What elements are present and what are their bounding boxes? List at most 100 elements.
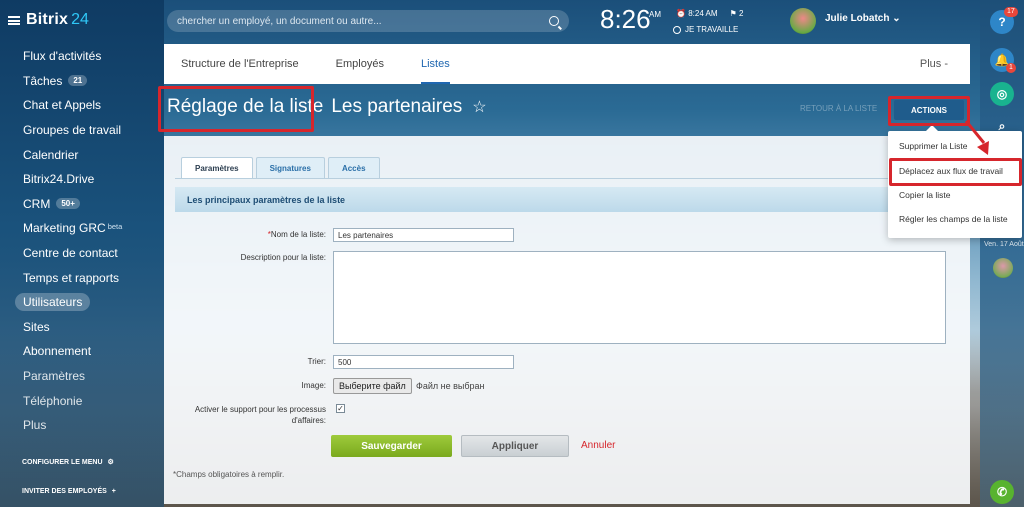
sidebar-item-label: Flux d'activités	[23, 49, 102, 64]
right-bar	[980, 0, 1024, 507]
tab-signatures[interactable]: Signatures	[255, 157, 325, 178]
tab-acces[interactable]: Accès	[327, 157, 380, 178]
status-label: JE TRAVAILLE	[685, 25, 739, 34]
configure-menu-label: CONFIGURER LE MENU	[22, 458, 103, 466]
phone-icon: ✆	[996, 485, 1008, 499]
tasks-count: 2	[738, 9, 744, 18]
sidebar-item-sites[interactable]: Sites	[0, 315, 164, 340]
chat-button[interactable]: ◎	[990, 82, 1014, 106]
sidebar-item-drive[interactable]: Bitrix24.Drive	[0, 167, 164, 192]
bp-label-line1: Activer le support pour les processus	[194, 405, 326, 414]
sidebar-item-label: CRM	[23, 196, 51, 211]
chevron-down-icon: -	[944, 58, 948, 70]
star-icon[interactable]: ☆	[472, 97, 486, 117]
alarm-icon: ⏰	[676, 9, 686, 18]
sidebar-item-label: Utilisateurs	[15, 293, 91, 312]
sidebar-item-flux[interactable]: Flux d'activités	[0, 44, 164, 69]
sidebar-item-crm[interactable]: CRM 50+	[0, 192, 164, 217]
help-badge: 17	[1004, 7, 1018, 17]
sidebar-item-temps[interactable]: Temps et rapports	[0, 265, 164, 290]
sort-field[interactable]	[333, 355, 514, 369]
clock-ampm: AM	[649, 10, 661, 19]
sidebar-item-label: Marketing GRC	[23, 221, 106, 236]
work-status[interactable]: JE TRAVAILLE	[673, 25, 738, 34]
top-tabs: Structure de l'Entreprise Employés Liste…	[164, 44, 970, 84]
page-title-list: Les partenaires	[331, 96, 463, 117]
bp-support-label: Activer le support pour les processus d'…	[170, 404, 326, 426]
tab-more-label: Plus	[919, 58, 942, 70]
alarm-indicator[interactable]: ⏰ 8:24 AM	[676, 9, 718, 18]
sidebar-item-parametres[interactable]: Paramètres	[0, 364, 164, 389]
tab-structure[interactable]: Structure de l'Entreprise	[181, 44, 299, 84]
menu-item-fields[interactable]: Régler les champs de la liste	[899, 214, 1008, 224]
sidebar-item-label: Téléphonie	[23, 393, 83, 408]
sidebar-item-label: Bitrix24.Drive	[23, 172, 95, 187]
gear-icon: ⚙	[107, 459, 114, 466]
timeline-date: Ven. 17 Août	[984, 241, 1024, 248]
highlight-actions	[888, 96, 970, 126]
search-icon[interactable]	[549, 16, 559, 26]
tab-listes[interactable]: Listes	[420, 44, 450, 84]
search-bar[interactable]	[167, 10, 569, 32]
sidebar-item-label: Chat et Appels	[23, 98, 102, 113]
configure-menu-link[interactable]: CONFIGURER LE MENU ⚙	[22, 458, 114, 467]
tab-employes[interactable]: Employés	[336, 44, 384, 84]
menu-item-delete[interactable]: Supprimer la Liste	[899, 141, 968, 151]
highlight-title	[158, 86, 314, 132]
count-badge: 50+	[56, 198, 80, 210]
required-footnote: *Champs obligatoires à remplir.	[173, 470, 285, 479]
sidebar-item-taches[interactable]: Tâches 21	[0, 69, 164, 94]
chat-icon: ◎	[996, 87, 1008, 101]
clock[interactable]: 8:26	[600, 4, 651, 35]
tab-label: Listes	[420, 58, 450, 70]
user-name: Julie Lobatch	[825, 13, 890, 24]
file-status: Файл не выбран	[416, 381, 485, 391]
description-field[interactable]	[333, 251, 946, 344]
user-menu[interactable]: Julie Lobatch ⌄	[825, 13, 901, 24]
apply-button[interactable]: Appliquer	[461, 435, 569, 457]
tab-parametres[interactable]: Paramètres	[181, 157, 253, 178]
name-label: *Nom de la liste:	[267, 230, 326, 239]
logo-text: Bitrix	[26, 11, 69, 28]
sidebar-item-label: Plus	[23, 418, 47, 433]
choose-file-button[interactable]: Выберите файл	[333, 378, 412, 394]
back-to-list-link[interactable]: RETOUR À LA LISTE	[800, 104, 877, 113]
plus-icon: +	[111, 488, 116, 495]
sidebar-item-label: Groupes de travail	[23, 123, 122, 138]
sidebar-item-abonnement[interactable]: Abonnement	[0, 339, 164, 364]
menu-icon[interactable]	[8, 15, 20, 25]
logo-number: 24	[71, 11, 89, 28]
bp-support-checkbox[interactable]: ✓	[336, 404, 345, 413]
bp-label-line2: d'affaires:	[291, 416, 326, 425]
sidebar-item-utilisateurs[interactable]: Utilisateurs	[0, 290, 164, 315]
search-input[interactable]	[177, 15, 549, 27]
sidebar-item-telephonie[interactable]: Téléphonie	[0, 388, 164, 413]
avatar[interactable]	[790, 8, 816, 34]
sidebar-nav: Flux d'activités Tâches 21 Chat et Appels…	[0, 44, 164, 438]
sidebar-item-contact[interactable]: Centre de contact	[0, 241, 164, 266]
sidebar-item-label: Paramètres	[23, 369, 86, 384]
sidebar-item-calendrier[interactable]: Calendrier	[0, 142, 164, 167]
cancel-link[interactable]: Annuler	[581, 440, 615, 451]
flag-icon: ⚑	[729, 9, 737, 18]
phone-button[interactable]: ✆	[990, 480, 1014, 504]
sort-label: Trier:	[307, 357, 326, 366]
description-label: Description pour la liste:	[240, 253, 326, 262]
alarm-time: 8:24 AM	[688, 9, 718, 18]
tasks-indicator[interactable]: ⚑ 2	[730, 9, 744, 18]
sidebar-item-groupes[interactable]: Groupes de travail	[0, 118, 164, 143]
contact-avatar[interactable]	[993, 258, 1013, 278]
list-name-field[interactable]	[333, 228, 514, 242]
sidebar-item-plus[interactable]: Plus	[0, 413, 164, 438]
sidebar-item-label: Tâches	[23, 73, 63, 88]
sidebar-item-marketing[interactable]: Marketing GRC beta	[0, 216, 164, 241]
menu-item-copy[interactable]: Copier la liste	[899, 190, 951, 200]
arrow-annotation	[964, 120, 989, 155]
save-button[interactable]: Sauvegarder	[331, 435, 452, 457]
app-logo[interactable]: Bitrix 24	[8, 9, 89, 31]
sidebar-item-chat[interactable]: Chat et Appels	[0, 93, 164, 118]
invite-employees-link[interactable]: INVITER DES EMPLOYÉS +	[22, 488, 116, 495]
tab-more[interactable]: Plus -	[920, 58, 948, 70]
invite-label: INVITER DES EMPLOYÉS	[22, 488, 107, 495]
notification-badge: 1	[1006, 63, 1016, 73]
